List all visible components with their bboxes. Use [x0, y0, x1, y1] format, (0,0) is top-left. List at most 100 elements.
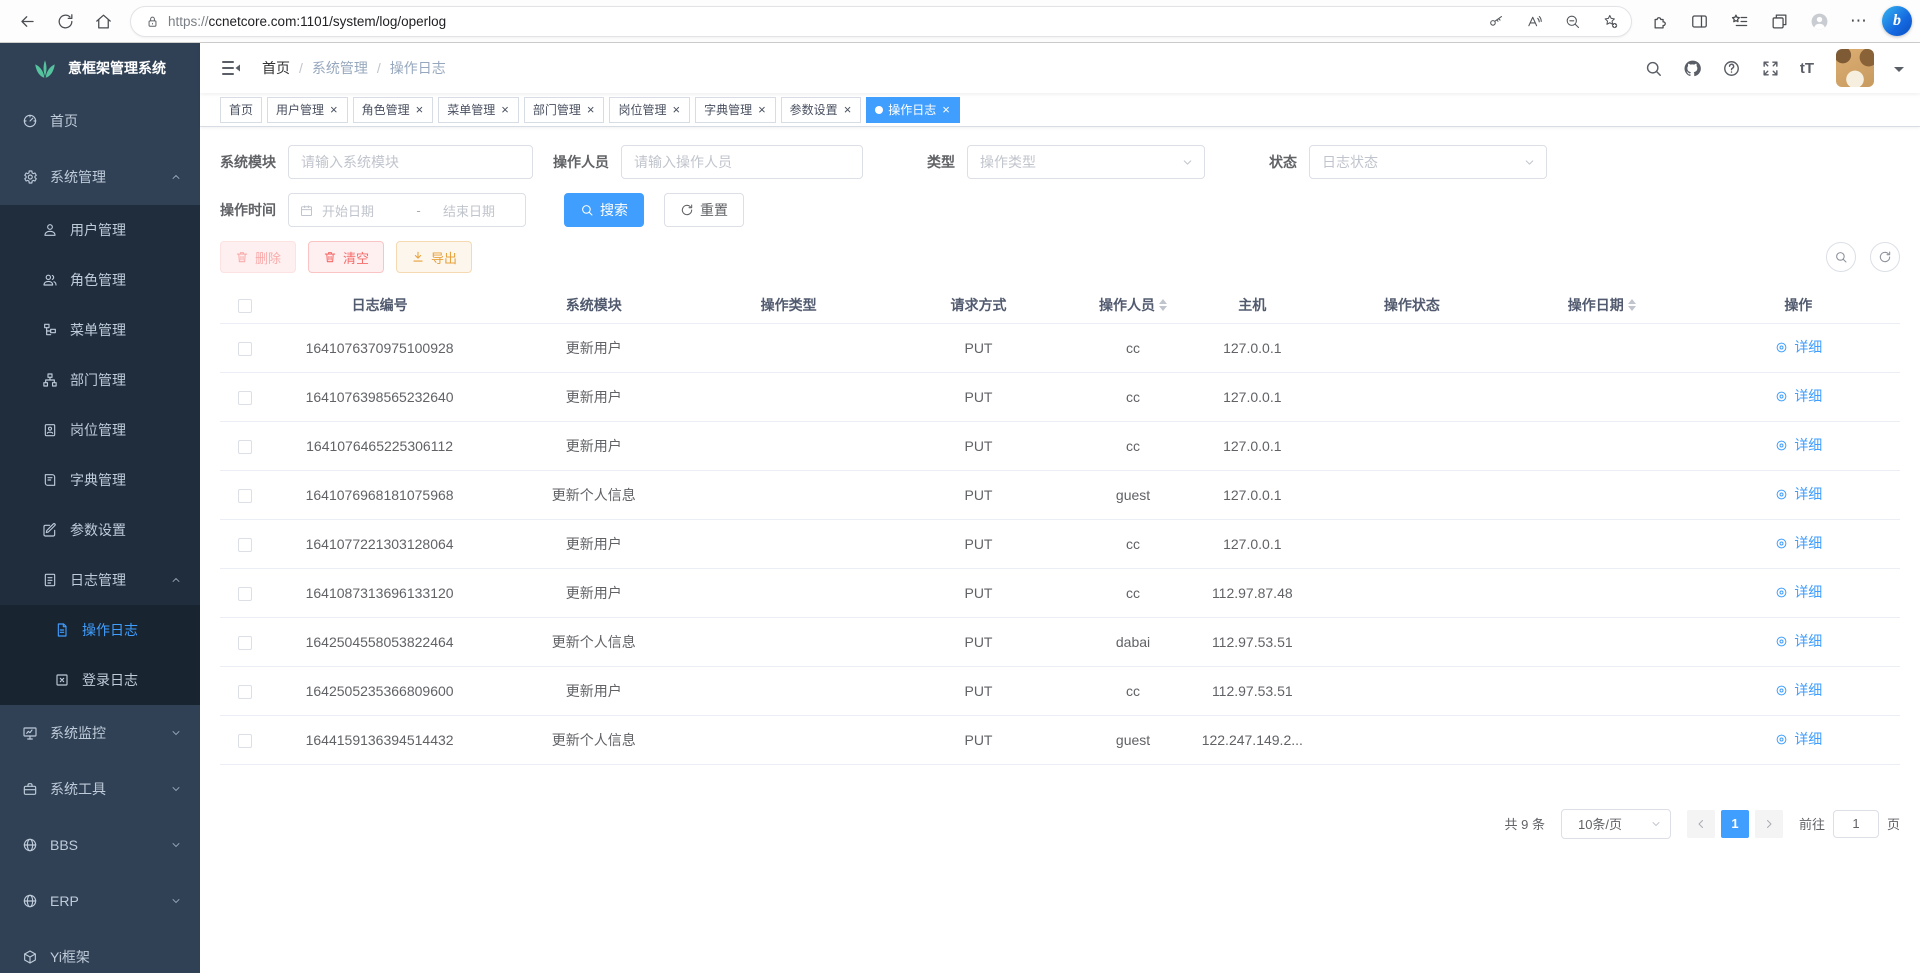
read-aloud-icon[interactable]: [1519, 7, 1549, 35]
extensions-icon[interactable]: [1642, 4, 1676, 38]
status-select[interactable]: 日志状态: [1309, 145, 1547, 179]
tab-close-icon[interactable]: ×: [415, 103, 425, 116]
row-checkbox[interactable]: [238, 391, 252, 405]
detail-link[interactable]: 详细: [1774, 631, 1822, 651]
github-icon[interactable]: [1683, 59, 1702, 78]
page-number-button[interactable]: 1: [1721, 810, 1749, 838]
address-bar[interactable]: https://ccnetcore.com:1101/system/log/op…: [130, 6, 1632, 37]
split-screen-icon[interactable]: [1682, 4, 1716, 38]
sidebar-item-post-management[interactable]: 岗位管理: [0, 405, 200, 455]
sidebar-item-bbs[interactable]: BBS: [0, 817, 200, 873]
page-size-select[interactable]: 10条/页: [1561, 809, 1671, 839]
fullscreen-icon[interactable]: [1761, 59, 1780, 78]
detail-link[interactable]: 详细: [1774, 680, 1822, 700]
collections-icon[interactable]: [1762, 4, 1796, 38]
row-checkbox[interactable]: [238, 538, 252, 552]
row-checkbox[interactable]: [238, 489, 252, 503]
zoom-out-icon[interactable]: [1557, 7, 1587, 35]
sidebar-item-operation-log[interactable]: 操作日志: [0, 605, 200, 655]
tab-close-icon[interactable]: ×: [843, 103, 853, 116]
reset-button[interactable]: 重置: [664, 193, 744, 227]
breadcrumb-item[interactable]: 首页: [262, 58, 290, 78]
sidebar-item-dict-management[interactable]: 字典管理: [0, 455, 200, 505]
operator-input[interactable]: [621, 145, 863, 179]
font-size-icon[interactable]: tT: [1800, 60, 1814, 77]
sidebar-item-param-settings[interactable]: 参数设置: [0, 505, 200, 555]
refresh-table-button[interactable]: [1870, 242, 1900, 272]
delete-button[interactable]: 删除: [220, 241, 296, 273]
clear-button[interactable]: 清空: [308, 241, 384, 273]
sidebar-item-user-management[interactable]: 用户管理: [0, 205, 200, 255]
sidebar-item-yi-framework[interactable]: Yi框架: [0, 929, 200, 973]
tab-close-icon[interactable]: ×: [941, 103, 951, 116]
sidebar-item-home[interactable]: 首页: [0, 93, 200, 149]
row-checkbox[interactable]: [238, 734, 252, 748]
tab-post-management[interactable]: 岗位管理×: [609, 97, 690, 123]
detail-link[interactable]: 详细: [1774, 386, 1822, 406]
tab-close-icon[interactable]: ×: [757, 103, 767, 116]
tab-dept-management[interactable]: 部门管理×: [524, 97, 605, 123]
detail-link[interactable]: 详细: [1774, 435, 1822, 455]
favorites-icon[interactable]: [1722, 4, 1756, 38]
type-select[interactable]: 操作类型: [967, 145, 1205, 179]
detail-link[interactable]: 详细: [1774, 337, 1822, 357]
tab-close-icon[interactable]: ×: [329, 103, 339, 116]
sidebar-item-erp[interactable]: ERP: [0, 873, 200, 929]
column-header-date[interactable]: 操作日期: [1507, 287, 1697, 323]
tab-menu-management[interactable]: 菜单管理×: [438, 97, 519, 123]
detail-link[interactable]: 详细: [1774, 582, 1822, 602]
row-checkbox[interactable]: [238, 440, 252, 454]
sidebar-item-dept-management[interactable]: 部门管理: [0, 355, 200, 405]
tab-param-settings[interactable]: 参数设置×: [781, 97, 862, 123]
row-checkbox[interactable]: [238, 636, 252, 650]
select-all-checkbox[interactable]: [238, 299, 252, 313]
bing-chat-icon[interactable]: b: [1882, 6, 1912, 36]
avatar-caret-down-icon[interactable]: [1894, 67, 1904, 77]
app-logo[interactable]: 意框架管理系统: [0, 43, 200, 93]
prev-page-button[interactable]: [1687, 810, 1715, 838]
browser-back-button[interactable]: [10, 4, 44, 38]
date-range-picker[interactable]: 开始日期 - 结束日期: [288, 193, 526, 227]
sidebar-collapse-icon[interactable]: [220, 57, 242, 79]
export-button[interactable]: 导出: [396, 241, 472, 273]
browser-refresh-button[interactable]: [48, 4, 82, 38]
browser-home-button[interactable]: [86, 4, 120, 38]
sidebar-item-login-log[interactable]: 登录日志: [0, 655, 200, 705]
tab-close-icon[interactable]: ×: [671, 103, 681, 116]
tab-close-icon[interactable]: ×: [500, 103, 510, 116]
row-checkbox[interactable]: [238, 685, 252, 699]
browser-profile-avatar[interactable]: [1802, 4, 1836, 38]
search-button[interactable]: 搜索: [564, 193, 644, 227]
detail-link[interactable]: 详细: [1774, 533, 1822, 553]
header-search-icon[interactable]: [1644, 59, 1663, 78]
column-header-operator[interactable]: 操作人员: [1078, 287, 1187, 323]
detail-link[interactable]: 详细: [1774, 729, 1822, 749]
goto-page-input[interactable]: [1833, 810, 1879, 838]
sidebar-item-system-monitor[interactable]: 系统监控: [0, 705, 200, 761]
password-key-icon[interactable]: [1481, 7, 1511, 35]
user-avatar[interactable]: [1836, 49, 1874, 87]
sort-caret-icon[interactable]: [1159, 299, 1167, 311]
tab-close-icon[interactable]: ×: [586, 103, 596, 116]
add-favorite-icon[interactable]: [1595, 7, 1625, 35]
tab-operation-log[interactable]: 操作日志×: [866, 97, 960, 123]
sidebar-item-system-tools[interactable]: 系统工具: [0, 761, 200, 817]
module-input[interactable]: [288, 145, 533, 179]
tab-user-management[interactable]: 用户管理×: [267, 97, 348, 123]
tab-dict-management[interactable]: 字典管理×: [695, 97, 776, 123]
sidebar-item-role-management[interactable]: 角色管理: [0, 255, 200, 305]
sort-caret-icon[interactable]: [1628, 299, 1636, 311]
help-icon[interactable]: [1722, 59, 1741, 78]
detail-link-label: 详细: [1794, 680, 1822, 700]
sidebar-item-menu-management[interactable]: 菜单管理: [0, 305, 200, 355]
browser-menu-icon[interactable]: ⋯: [1842, 4, 1876, 38]
next-page-button[interactable]: [1755, 810, 1783, 838]
sidebar-item-system-management[interactable]: 系统管理: [0, 149, 200, 205]
row-checkbox[interactable]: [238, 587, 252, 601]
toggle-search-button[interactable]: [1826, 242, 1856, 272]
detail-link[interactable]: 详细: [1774, 484, 1822, 504]
sidebar-item-log-management[interactable]: 日志管理: [0, 555, 200, 605]
tab-role-management[interactable]: 角色管理×: [353, 97, 434, 123]
tab-home[interactable]: 首页: [220, 97, 262, 123]
row-checkbox[interactable]: [238, 342, 252, 356]
